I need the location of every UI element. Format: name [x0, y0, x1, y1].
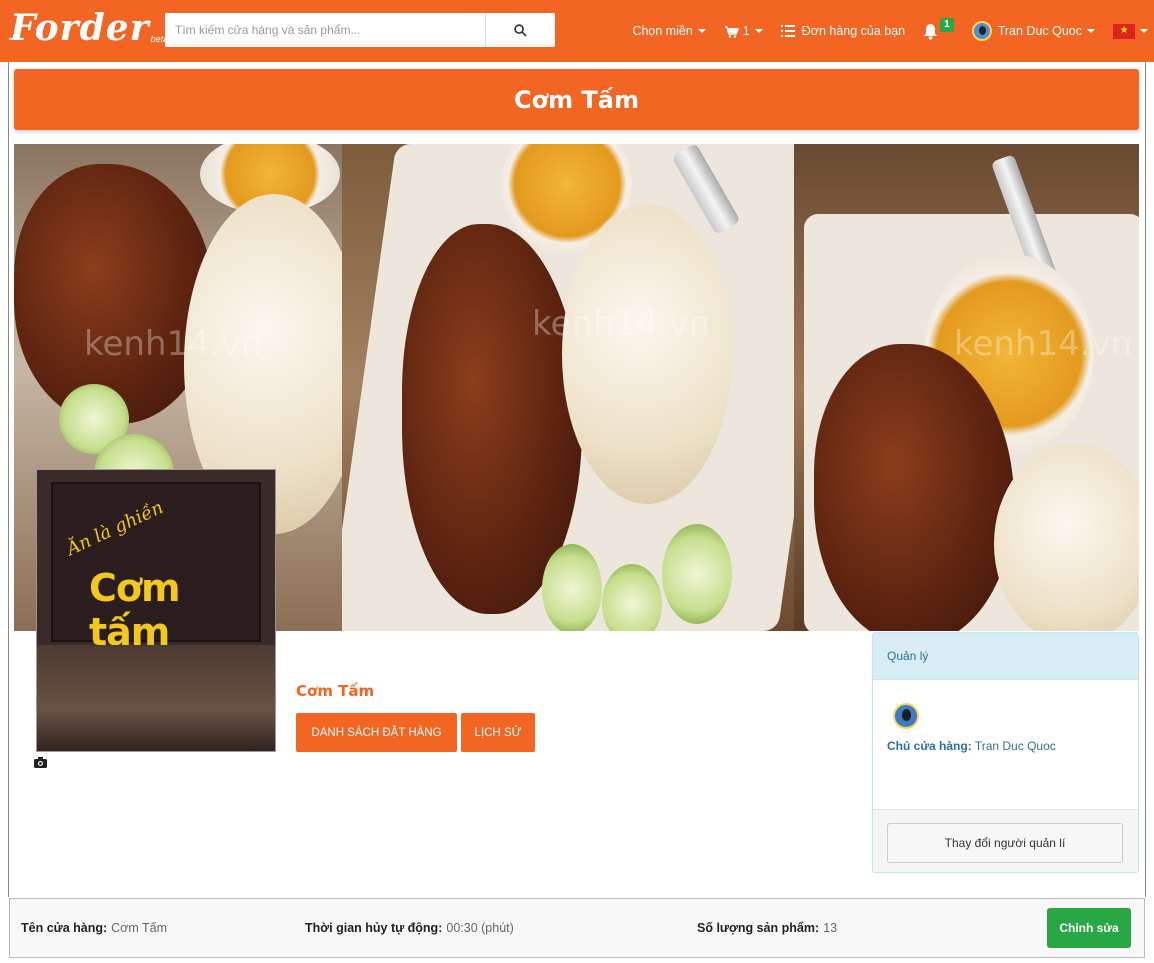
page-border-left	[8, 62, 9, 897]
owner-info: Chủ cửa hàng: Tran Duc Quoc	[887, 739, 1056, 753]
chevron-down-icon	[754, 29, 763, 33]
rice-image	[562, 204, 732, 504]
store-name-value: Cơm Tấm	[111, 921, 168, 935]
cart-count: 1	[742, 24, 750, 38]
vietnam-flag-icon: ★	[1113, 23, 1135, 39]
region-dropdown[interactable]: Chọn miền	[632, 24, 706, 38]
page-border-right	[1145, 62, 1146, 897]
manager-panel: Quản lý Chủ cửa hàng: Tran Duc Quoc Thay…	[872, 632, 1139, 873]
chevron-down-icon	[1087, 29, 1095, 33]
manager-panel-footer: Thay đổi người quản lí	[873, 809, 1138, 872]
store-logo-image[interactable]: Ăn là ghiền Cơm tấm	[36, 469, 276, 752]
logo-text: Forder	[10, 7, 150, 49]
product-count-label: Số lượng sản phẩm:	[697, 921, 820, 935]
manager-panel-heading: Quản lý	[873, 633, 1138, 680]
search-bar	[165, 13, 555, 47]
user-avatar	[971, 21, 992, 41]
sign-main-text: Cơm tấm	[89, 566, 181, 654]
watermark-text: kenh14.vn	[954, 324, 1133, 364]
orders-label: Đơn hàng của bạn	[801, 24, 906, 38]
history-button[interactable]: LỊCH SỬ	[461, 713, 535, 752]
cart-dropdown[interactable]: 1	[724, 24, 763, 38]
page-title-bar: Cơm Tấm	[14, 69, 1139, 130]
store-name-info: Tên cửa hàng: Cơm Tấm	[21, 899, 167, 957]
user-name: Tran Duc Quoc	[997, 24, 1082, 38]
language-dropdown[interactable]: ★	[1113, 23, 1148, 39]
watermark-text: kenh14.vn	[84, 324, 263, 364]
region-label: Chọn miền	[632, 24, 693, 38]
navbar-right-menu: Chọn miền 1 Đơn hàng của bạn 1 Tran Duc …	[632, 0, 1148, 62]
auto-cancel-value: 00:30 (phút)	[446, 921, 514, 935]
sign-script-text: Ăn là ghiền	[63, 496, 167, 561]
chevron-down-icon	[1140, 29, 1148, 33]
store-sign: Ăn là ghiền Cơm tấm	[51, 482, 261, 654]
cucumber-image	[542, 544, 602, 631]
watermark-text: kenh14.vn	[532, 304, 711, 344]
search-icon	[514, 23, 527, 37]
change-manager-button[interactable]: Thay đổi người quản lí	[887, 823, 1123, 863]
cart-icon	[724, 25, 739, 38]
camera-icon[interactable]	[34, 757, 47, 768]
banner-photo-3: kenh14.vn	[794, 144, 1139, 631]
notification-button[interactable]: 1	[923, 18, 954, 40]
edit-button[interactable]: Chỉnh sửa	[1047, 908, 1131, 948]
auto-cancel-info: Thời gian hủy tự động: 00:30 (phút)	[305, 899, 514, 957]
order-list-button[interactable]: DANH SÁCH ĐẶT HÀNG	[296, 713, 457, 752]
bell-icon	[924, 23, 938, 40]
owner-avatar	[893, 703, 919, 729]
chevron-down-icon	[697, 29, 706, 33]
owner-name: Tran Duc Quoc	[974, 739, 1056, 753]
search-input[interactable]	[165, 13, 485, 47]
top-navbar: Forder beta Chọn miền 1 Đơn hàng của bạn…	[0, 0, 1154, 62]
page-title: Cơm Tấm	[513, 85, 640, 114]
notification-badge: 1	[940, 18, 954, 32]
banner-photo-2: kenh14.vn	[342, 144, 794, 631]
forder-logo[interactable]: Forder beta	[10, 8, 168, 48]
storefront-photo	[37, 645, 275, 751]
user-dropdown[interactable]: Tran Duc Quoc	[971, 21, 1095, 41]
product-count-info: Số lượng sản phẩm: 13	[697, 899, 837, 957]
orders-link[interactable]: Đơn hàng của bạn	[780, 24, 906, 38]
store-name: Cơm Tấm	[296, 682, 375, 700]
search-button[interactable]	[485, 13, 555, 47]
owner-label: Chủ cửa hàng:	[887, 739, 972, 753]
store-info-bar: Tên cửa hàng: Cơm Tấm Thời gian hủy tự đ…	[9, 898, 1145, 958]
product-count-value: 13	[823, 921, 838, 935]
cucumber-image	[662, 524, 732, 624]
list-icon	[780, 25, 795, 37]
store-name-label: Tên cửa hàng:	[21, 921, 108, 935]
auto-cancel-label: Thời gian hủy tự động:	[305, 921, 443, 935]
